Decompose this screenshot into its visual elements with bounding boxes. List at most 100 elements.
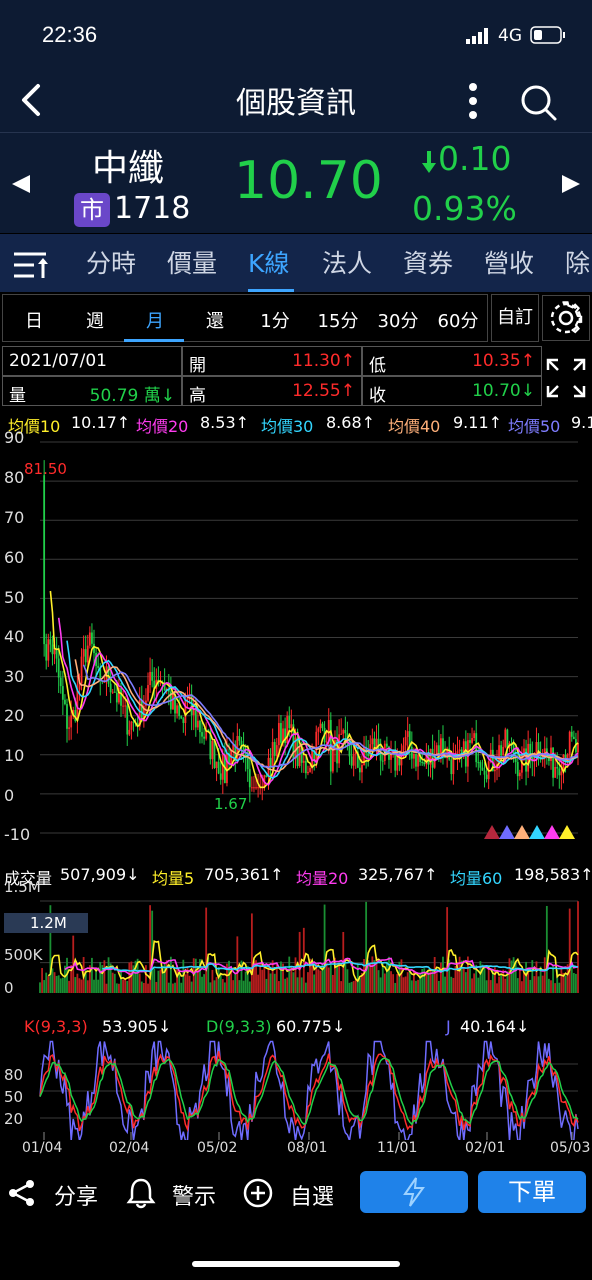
volume-legend-value: 507,909↓: [60, 865, 140, 884]
stock-name: 中纖: [92, 148, 165, 189]
watchlist-button[interactable]: 自選: [290, 1179, 334, 1211]
candle-body: [410, 746, 413, 759]
y-tick-label: 40: [4, 627, 25, 646]
next-stock-icon[interactable]: [560, 173, 582, 199]
volume-bar: [80, 979, 83, 993]
candle-body: [80, 656, 83, 684]
y-tick-label: 20: [4, 706, 25, 725]
y-tick-label: 90: [4, 428, 25, 447]
volume-bar: [554, 983, 557, 993]
volume-bar: [541, 975, 544, 993]
tab-price-volume[interactable]: 價量: [167, 244, 217, 280]
volume-bar: [410, 980, 413, 993]
volume-bar: [435, 973, 438, 993]
volume-bar: [521, 981, 523, 993]
search-icon[interactable]: [520, 84, 558, 126]
candle-body: [315, 731, 318, 761]
candle-body: [473, 733, 476, 739]
tab-kline[interactable]: K線: [248, 244, 289, 280]
sort-icon[interactable]: [12, 250, 50, 284]
share-button[interactable]: 分享: [54, 1179, 98, 1211]
volume-bar: [284, 978, 287, 993]
volume-bar: [205, 907, 208, 993]
volume-bar: [236, 936, 239, 993]
candle-body: [570, 731, 573, 737]
tab-margin[interactable]: 資券: [403, 244, 453, 280]
quick-order-button[interactable]: [360, 1171, 468, 1213]
signal-icon: [466, 28, 492, 48]
volume-bar: [354, 978, 357, 993]
candle-body: [113, 691, 116, 693]
volume-bar: [323, 904, 326, 993]
share-icon[interactable]: [8, 1179, 36, 1211]
add-circle-icon[interactable]: [242, 1177, 274, 1213]
candle-body: [115, 692, 118, 703]
volume-chart[interactable]: [0, 886, 592, 996]
ohlc-low-cell: 低 10.35↑: [362, 346, 542, 376]
volume-bar: [415, 980, 417, 993]
volume-bar: [379, 977, 382, 993]
candle-body: [257, 787, 260, 789]
bell-icon[interactable]: [126, 1177, 156, 1213]
volume-bar: [43, 980, 46, 993]
place-order-button[interactable]: 下單: [478, 1171, 586, 1213]
volume-bar: [338, 964, 341, 993]
candle-body: [340, 733, 343, 735]
volume-bar: [294, 957, 297, 993]
kd-y-tick: 20: [4, 1110, 24, 1128]
volume-bar: [487, 967, 490, 993]
candle-body: [298, 746, 301, 766]
candle-body: [84, 649, 87, 663]
volume-bar: [502, 969, 505, 993]
candle-body: [358, 767, 361, 773]
volume-bar: [76, 973, 79, 993]
settings-icon[interactable]: [542, 295, 590, 341]
tab-dividend[interactable]: 除: [565, 244, 590, 280]
more-options-icon[interactable]: [466, 82, 480, 124]
tab-intraday[interactable]: 分時: [86, 244, 136, 280]
period-30min[interactable]: 30分: [370, 307, 426, 333]
period-day[interactable]: 日: [9, 307, 59, 333]
custom-period-button[interactable]: 自訂: [491, 294, 539, 342]
volume-bar: [525, 961, 527, 993]
close-label: 收: [369, 386, 386, 406]
kd-chart[interactable]: [0, 1040, 592, 1140]
candle-body: [361, 765, 363, 773]
volume-bar: [248, 981, 251, 993]
volume-bar: [307, 972, 309, 993]
volume-bar: [458, 956, 461, 993]
prev-stock-icon[interactable]: [10, 173, 32, 199]
volume-bar: [257, 974, 260, 993]
volume-bar: [165, 960, 168, 993]
candle-body: [45, 644, 48, 661]
period-month[interactable]: 月: [130, 307, 180, 333]
volume-bar: [292, 972, 295, 993]
period-15min[interactable]: 15分: [310, 307, 366, 333]
period-week[interactable]: 週: [70, 307, 120, 333]
tab-revenue[interactable]: 營收: [484, 244, 534, 280]
quote-header: 中纖 市 1718 10.70 0.10 0.93%: [0, 133, 592, 233]
volume-bar: [331, 974, 334, 993]
volume-bar: [99, 961, 102, 993]
volume-bar: [145, 965, 147, 993]
volume-bar: [238, 980, 241, 993]
candle-body: [64, 699, 66, 705]
volume-bar: [211, 969, 214, 993]
volume-bar: [381, 963, 384, 993]
price-chart[interactable]: [0, 436, 592, 846]
volume-bar: [219, 974, 222, 993]
volume-bar: [59, 978, 62, 993]
candle-body: [290, 724, 293, 729]
y-tick-label: -10: [4, 825, 31, 844]
period-60min[interactable]: 60分: [430, 307, 486, 333]
period-1min[interactable]: 1分: [250, 307, 300, 333]
volume-bar: [184, 974, 187, 993]
fullscreen-icon[interactable]: [546, 358, 586, 402]
volume-bar: [365, 901, 368, 993]
candle-body: [57, 658, 60, 678]
k-value: 53.905↓: [102, 1017, 172, 1036]
candle-body: [265, 775, 268, 778]
period-restore[interactable]: 還: [190, 307, 240, 333]
tab-institutional[interactable]: 法人: [322, 244, 372, 280]
alert-button[interactable]: 警示: [172, 1179, 216, 1211]
